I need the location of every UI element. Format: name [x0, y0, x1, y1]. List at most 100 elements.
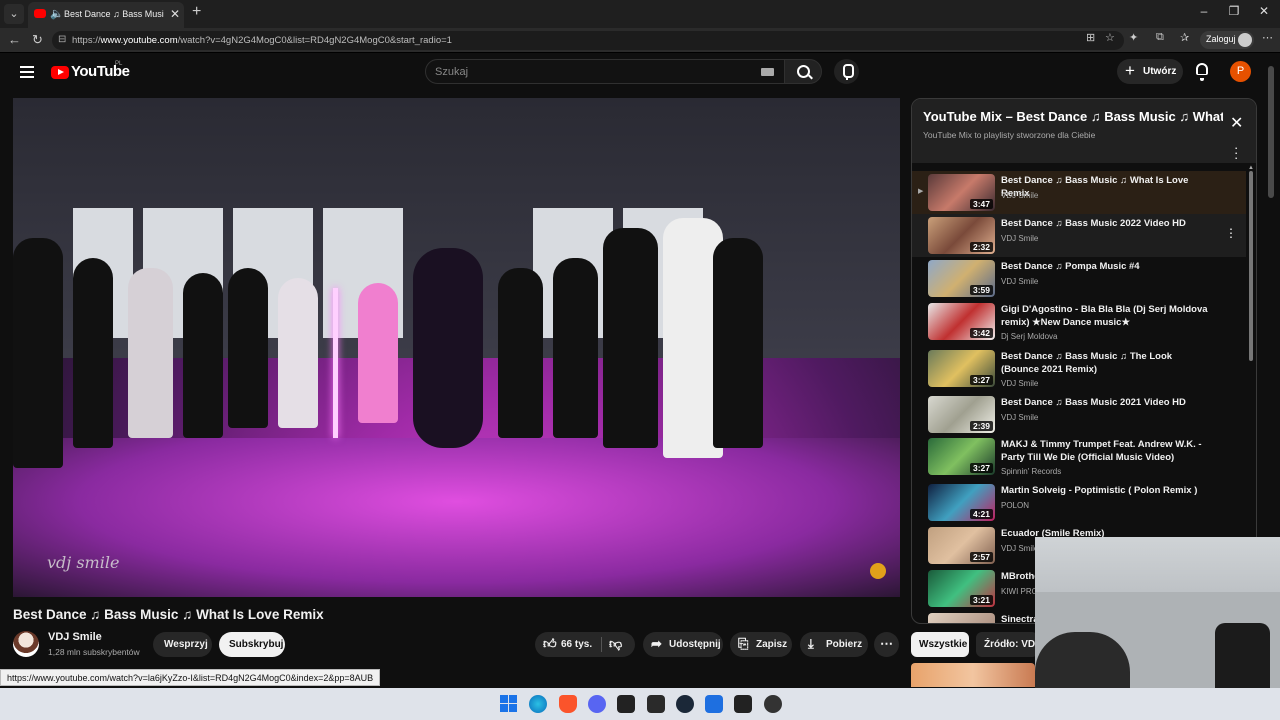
playlist-item-title: MAKJ & Timmy Trumpet Feat. Andrew W.K. -…	[1001, 439, 1202, 463]
apps-icon[interactable]: ⊞	[1086, 31, 1095, 44]
youtube-logo-icon[interactable]	[51, 66, 69, 79]
support-button[interactable]: Wesprzyj	[153, 632, 212, 657]
thumb-up-icon: 👍︎	[543, 636, 557, 651]
search-input[interactable]: Szukaj	[425, 59, 785, 84]
split-screen-icon[interactable]: ⧉	[1156, 31, 1164, 44]
subscribe-button[interactable]: Subskrybuj	[219, 632, 285, 657]
app-icon[interactable]	[764, 695, 782, 713]
more-actions-button[interactable]: ⋯	[874, 632, 899, 657]
steam-icon[interactable]	[676, 695, 694, 713]
playlist-item-title: Gigi D'Agostino - Bla Bla Bla (Dj Serj M…	[1001, 304, 1208, 328]
dancer-figure	[603, 228, 658, 448]
video-player[interactable]	[13, 98, 900, 597]
plus-icon: +	[1125, 61, 1135, 80]
favorite-star-icon[interactable]: ☆	[1105, 31, 1115, 44]
notifications-bell-icon[interactable]	[1196, 63, 1208, 81]
playlist-menu-icon[interactable]: · · ·	[1234, 141, 1238, 164]
share-arrow-icon: ➦	[651, 636, 662, 651]
tab-list-chevron-icon[interactable]: ⌄	[4, 4, 24, 24]
playlist-item-channel: VDJ Smile	[1001, 544, 1039, 553]
brave-browser-icon[interactable]	[559, 695, 577, 713]
chip-all[interactable]: Wszystkie	[911, 632, 969, 657]
windows-start-icon[interactable]	[500, 695, 518, 713]
site-info-icon[interactable]: ⊟	[58, 34, 66, 45]
video-thumbnail: 2:39	[928, 396, 995, 433]
new-tab-button[interactable]: +	[192, 3, 201, 21]
playlist-item[interactable]: 2:39 Best Dance ♫ Bass Music 2021 Video …	[912, 393, 1246, 436]
playlist-item[interactable]: 3:59 Best Dance ♫ Pompa Music #4 VDJ Smi…	[912, 257, 1246, 300]
close-tab-icon[interactable]: ✕	[170, 7, 180, 21]
video-thumbnail: 2:57	[928, 527, 995, 564]
playlist-item-channel: Dj Serj Moldova	[1001, 332, 1058, 341]
windows-taskbar	[0, 688, 1280, 720]
url-text: https://www.youtube.com/watch?v=4gN2G4Mo…	[72, 35, 452, 46]
account-avatar[interactable]: P	[1230, 61, 1251, 82]
thumb-down-icon[interactable]: 👎︎	[609, 636, 622, 652]
address-bar-row: ← ↻ ⊟ https://www.youtube.com/watch?v=4g…	[0, 28, 1280, 53]
playlist-subtitle: YouTube Mix to playlisty stworzone dla C…	[923, 130, 1096, 140]
app-icon[interactable]	[734, 695, 752, 713]
channel-name[interactable]: VDJ Smile	[48, 631, 102, 643]
browser-menu-icon[interactable]: ⋯	[1262, 31, 1273, 44]
discord-icon[interactable]	[588, 695, 606, 713]
dancer-figure	[228, 268, 268, 428]
hamburger-menu-icon[interactable]	[20, 66, 34, 78]
voice-search-mic-icon[interactable]	[834, 59, 859, 84]
url-field[interactable]: ⊟ https://www.youtube.com/watch?v=4gN2G4…	[52, 31, 1124, 50]
edge-browser-icon[interactable]	[529, 695, 547, 713]
playlist-item-title: Best Dance ♫ Bass Music 2022 Video HD	[1001, 218, 1186, 229]
playlist-item-title: Best Dance ♫ Bass Music ♫ The Look (Boun…	[1001, 351, 1173, 375]
chip-source[interactable]: Źródło: VDJ	[976, 632, 1038, 657]
video-thumbnail: 2:32	[928, 217, 995, 254]
download-button[interactable]: ⤓ Pobierz	[800, 632, 868, 657]
channel-avatar[interactable]	[13, 631, 39, 657]
logo-country-code: PL	[115, 61, 123, 67]
link-status-url: https://www.youtube.com/watch?v=la6jKyZz…	[0, 669, 381, 686]
playlist-item[interactable]: 2:32 Best Dance ♫ Bass Music 2022 Video …	[912, 214, 1246, 257]
speaker-icon[interactable]: 🔈	[50, 7, 64, 20]
playlist-item[interactable]: 4:21 Martin Solveig - Poptimistic ( Polo…	[912, 481, 1246, 524]
minimize-button[interactable]: –	[1194, 4, 1214, 18]
reload-icon[interactable]: ↻	[32, 32, 43, 48]
tab-title: Best Dance ♫ Bass Music ♫ W	[64, 9, 164, 19]
dancer-figure	[498, 268, 543, 438]
channel-logo-overlay-icon[interactable]	[870, 563, 886, 579]
share-button[interactable]: ➦ Udostępnij	[643, 632, 723, 657]
dancer-figure	[183, 273, 223, 438]
create-button[interactable]: + Utwórz	[1117, 59, 1183, 84]
playlist-scrollbar[interactable]	[1249, 171, 1253, 361]
browser-tab-active[interactable]: 🔈 Best Dance ♫ Bass Music ♫ W ✕	[28, 2, 184, 28]
app-icon[interactable]	[705, 695, 723, 713]
favorites-icon[interactable]: ✰	[1180, 31, 1189, 44]
back-icon[interactable]: ←	[8, 32, 21, 47]
playlist-item-channel: VDJ Smile	[1001, 379, 1039, 388]
playlist-item-channel: KIWI PRO	[1001, 587, 1038, 596]
close-playlist-icon[interactable]: ✕	[1230, 113, 1243, 133]
maximize-button[interactable]: ❐	[1224, 4, 1244, 18]
like-button[interactable]: 👍︎ 66 tys. 👎︎	[535, 632, 635, 657]
playlist-item-channel: Spinnin' Records	[1001, 467, 1062, 476]
save-button[interactable]: ⎘ Zapisz	[730, 632, 792, 657]
more-dots-icon: ⋯	[880, 636, 893, 651]
app-icon[interactable]	[617, 695, 635, 713]
main-dancer-figure	[413, 248, 483, 448]
keyboard-icon[interactable]	[761, 68, 774, 76]
search-button[interactable]	[784, 59, 822, 84]
playlist-item[interactable]: 3:27 MAKJ & Timmy Trumpet Feat. Andrew W…	[912, 435, 1246, 481]
like-divider	[601, 637, 602, 652]
login-button[interactable]: Zaloguj	[1200, 31, 1254, 49]
video-thumbnail: 3:21	[928, 570, 995, 607]
extensions-icon[interactable]: ✦	[1129, 31, 1138, 44]
playlist-item[interactable]: ▶ 3:47 Best Dance ♫ Bass Music ♫ What Is…	[912, 171, 1246, 214]
item-menu-icon[interactable]: ⋮	[1225, 226, 1237, 240]
now-playing-icon: ▶	[918, 188, 924, 195]
neon-light	[333, 288, 338, 438]
recommended-video-thumbnail[interactable]	[911, 663, 1035, 687]
epic-games-icon[interactable]	[647, 695, 665, 713]
video-thumbnail	[928, 613, 995, 623]
playlist-item[interactable]: 3:27 Best Dance ♫ Bass Music ♫ The Look …	[912, 347, 1246, 393]
page-scrollbar[interactable]	[1268, 66, 1274, 198]
close-window-button[interactable]: ✕	[1254, 4, 1274, 18]
playlist-item[interactable]: 3:42 Gigi D'Agostino - Bla Bla Bla (Dj S…	[912, 300, 1246, 346]
playlist-title[interactable]: YouTube Mix – Best Dance ♫ Bass Music ♫ …	[923, 109, 1223, 124]
